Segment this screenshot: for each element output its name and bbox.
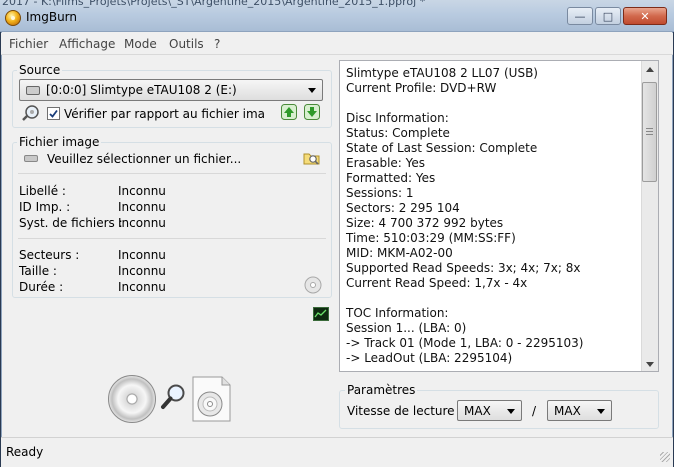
divider [18, 173, 326, 174]
menu-affichage[interactable]: Affichage [59, 37, 115, 51]
verify-checkbox[interactable] [47, 107, 60, 120]
verify-label: Vérifier par rapport au fichier ima [64, 107, 266, 121]
source-drive-value: [0:0:0] Slimtype eTAU108 2 (E:) [46, 83, 237, 97]
file-drive-icon [24, 155, 38, 162]
disc-to-file-icon[interactable] [192, 376, 232, 422]
info-line: -> Track 01 (Mode 1, LBA: 0 - 2295103) [346, 336, 584, 350]
info-line: Status: Complete [346, 126, 450, 140]
label-id-imp: ID Imp. : [19, 200, 71, 214]
green-up-arrow-icon[interactable] [281, 104, 297, 120]
info-line: Sessions: 1 [346, 186, 414, 200]
info-line: Disc Information: [346, 111, 449, 125]
green-down-arrow-icon[interactable] [304, 104, 320, 120]
value-id-imp: Inconnu [118, 200, 166, 214]
label-libelle: Libellé : [19, 184, 66, 198]
info-line: State of Last Session: Complete [346, 141, 538, 155]
info-line: Supported Read Speeds: 3x; 4x; 7x; 8x [346, 261, 581, 275]
minimize-button[interactable]: — [567, 7, 593, 25]
check-icon [49, 109, 58, 118]
chevron-down-icon [597, 409, 605, 414]
source-drive-select[interactable]: [0:0:0] Slimtype eTAU108 2 (E:) [19, 79, 323, 101]
scroll-down-icon[interactable] [646, 362, 654, 367]
read-speed-max-value: MAX [554, 404, 581, 418]
info-line: Current Read Speed: 1,7x - 4x [346, 276, 528, 290]
scroll-up-icon[interactable] [646, 67, 654, 72]
grip-icon [646, 128, 653, 129]
disc-info-panel[interactable]: Slimtype eTAU108 2 LL07 (USB) Current Pr… [339, 60, 659, 372]
value-size: Inconnu [118, 264, 166, 278]
info-line: MID: MKM-A02-00 [346, 246, 453, 260]
disc-icon[interactable] [108, 375, 156, 423]
resize-grip-icon[interactable] [660, 452, 670, 462]
read-speed-min-select[interactable]: MAX [457, 400, 522, 421]
info-line: Sectors: 2 295 104 [346, 201, 460, 215]
read-speed-label: Vitesse de lecture : [347, 404, 463, 418]
magnifier-disc-icon[interactable] [21, 104, 41, 122]
browse-folder-icon[interactable] [303, 150, 321, 166]
log-window-icon[interactable] [313, 307, 329, 321]
chevron-down-icon [308, 88, 316, 93]
magnifier-icon[interactable] [160, 382, 188, 412]
scroll-thumb[interactable] [642, 82, 657, 182]
divider [18, 238, 326, 239]
menu-mode[interactable]: Mode [124, 37, 157, 51]
menu-help[interactable]: ? [214, 37, 220, 51]
label-sectors: Secteurs : [19, 248, 80, 262]
chevron-down-icon [507, 409, 515, 414]
label-file-system: Syst. de fichiers : [19, 216, 123, 230]
params-label: Paramètres [345, 383, 418, 397]
drive-icon [26, 86, 40, 95]
window-title: ImgBurn [26, 10, 78, 24]
image-file-label: Fichier image [17, 135, 102, 149]
value-libelle: Inconnu [118, 184, 166, 198]
read-speed-max-select[interactable]: MAX [547, 400, 612, 421]
imgburn-flame-icon [5, 10, 21, 26]
image-file-path[interactable]: Veuillez sélectionner un fichier... [47, 152, 241, 166]
info-line: Session 1... (LBA: 0) [346, 321, 467, 335]
info-line: Size: 4 700 372 992 bytes [346, 216, 504, 230]
menu-fichier[interactable]: Fichier [9, 37, 48, 51]
info-line: Formatted: Yes [346, 171, 436, 185]
value-duration: Inconnu [118, 280, 166, 294]
info-line: Current Profile: DVD+RW [346, 81, 497, 95]
speed-separator: / [532, 404, 537, 418]
label-duration: Durée : [19, 280, 64, 294]
info-line: Slimtype eTAU108 2 LL07 (USB) [346, 66, 538, 80]
info-line: -> LeadOut (LBA: 2295104) [346, 351, 513, 365]
info-line: Erasable: Yes [346, 156, 426, 170]
read-speed-min-value: MAX [464, 404, 491, 418]
label-size: Taille : [19, 264, 57, 278]
info-line: Time: 510:03:29 (MM:SS:FF) [346, 231, 516, 245]
close-button[interactable]: ✕ [623, 7, 667, 25]
status-bar [1, 437, 673, 467]
value-file-system: Inconnu [118, 216, 166, 230]
value-sectors: Inconnu [118, 248, 166, 262]
info-line: TOC Information: [346, 306, 449, 320]
disc-info-icon [304, 276, 322, 294]
menu-outils[interactable]: Outils [169, 37, 204, 51]
source-label: Source [17, 63, 63, 77]
maximize-button[interactable]: □ [595, 7, 621, 25]
status-text: Ready [6, 445, 44, 459]
background-window-title: 2017 - K:\Films_Projets\Projets\_ST\Arge… [2, 0, 426, 8]
